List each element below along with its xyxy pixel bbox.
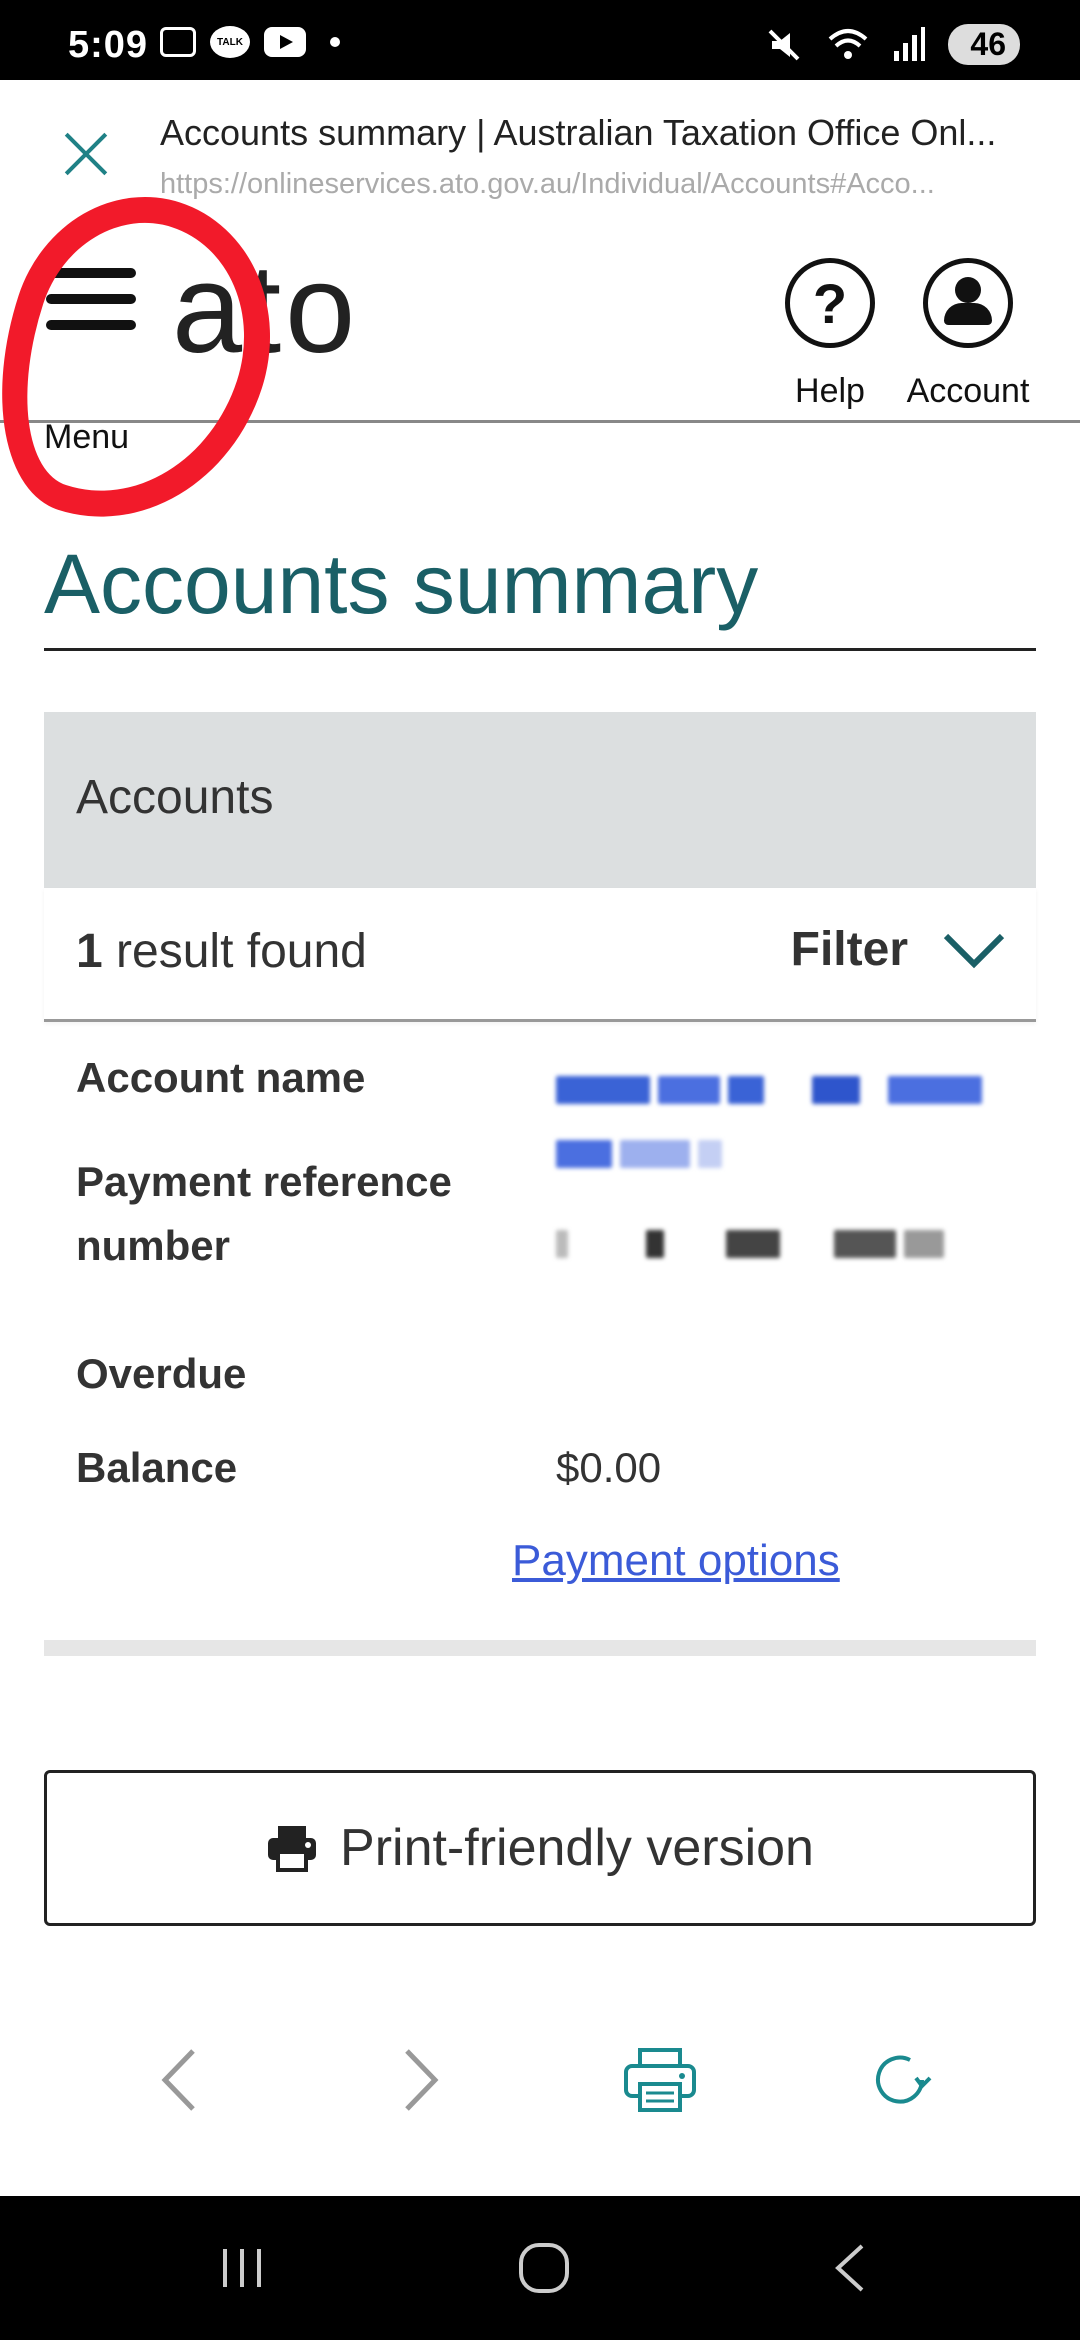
- payment-options-link[interactable]: Payment options: [512, 1536, 840, 1586]
- balance-value: $0.00: [556, 1444, 662, 1491]
- wifi-icon: [829, 28, 868, 59]
- more-notifications-dot-icon: [330, 37, 340, 47]
- system-back-button[interactable]: [800, 2232, 900, 2304]
- payment-reference-value-redacted: [556, 1212, 1036, 1276]
- details-footer-bar: [44, 1640, 1036, 1656]
- youtube-icon: [264, 27, 306, 57]
- home-button[interactable]: [494, 2232, 594, 2304]
- back-arrow-icon: [161, 2049, 195, 2111]
- status-bar: 5:09 TALK 46: [0, 0, 1080, 80]
- custom-tab-bar: Accounts summary | Australian Taxation O…: [0, 80, 1080, 210]
- status-time: 5:09: [68, 24, 149, 66]
- results-summary: 1 result found: [76, 924, 367, 979]
- chevron-down-icon: [943, 933, 1005, 968]
- screenshot-icon: [160, 27, 196, 57]
- system-status-icons: 46: [764, 24, 1020, 65]
- accounts-panel-header: Accounts: [44, 712, 1036, 888]
- account-icon: [923, 258, 1013, 348]
- overdue-label: Overdue: [76, 1350, 247, 1397]
- print-friendly-button[interactable]: Print-friendly version: [44, 1770, 1036, 1926]
- signal-icon: [894, 26, 926, 61]
- mute-icon: [768, 29, 800, 60]
- browser-url[interactable]: https://onlineservices.ato.gov.au/Indivi…: [160, 168, 1020, 201]
- accounts-heading: Accounts: [76, 771, 274, 824]
- recent-apps-icon: [223, 2249, 261, 2287]
- home-icon: [519, 2243, 569, 2293]
- system-navigation-bar: [0, 2196, 1080, 2340]
- help-label: Help: [795, 372, 865, 410]
- account-name-value-redacted: [556, 1058, 1036, 1186]
- balance-label: Balance: [76, 1444, 238, 1491]
- results-count: 1: [76, 925, 103, 978]
- page-title: Accounts summary: [44, 537, 759, 631]
- refresh-icon: [876, 2055, 932, 2104]
- refresh-button[interactable]: [850, 2030, 950, 2130]
- close-icon[interactable]: [62, 130, 110, 178]
- notification-icons: TALK: [160, 26, 340, 58]
- payment-reference-label: Payment reference number: [76, 1158, 452, 1269]
- account-name-label: Account name: [76, 1054, 366, 1101]
- browser-page-title: Accounts summary | Australian Taxation O…: [160, 112, 997, 153]
- forward-button[interactable]: [370, 2030, 470, 2130]
- printer-icon: [268, 1826, 317, 1872]
- results-bar: 1 result found Filter: [44, 888, 1036, 1022]
- help-icon: ?: [785, 258, 875, 348]
- title-divider: [44, 648, 1036, 651]
- back-button[interactable]: [130, 2030, 230, 2130]
- browser-toolbar: [0, 1990, 1080, 2196]
- account-label: Account: [906, 372, 1030, 410]
- results-text: result found: [102, 925, 367, 978]
- battery-indicator: 46: [948, 24, 1020, 65]
- filter-button[interactable]: Filter: [791, 922, 1006, 977]
- help-button[interactable]: ? Help: [780, 258, 880, 411]
- print-page-button[interactable]: [610, 2030, 710, 2130]
- print-friendly-label: Print-friendly version: [340, 1819, 814, 1877]
- printer-icon: [624, 2048, 696, 2112]
- forward-arrow-icon: [405, 2049, 439, 2111]
- filter-label: Filter: [790, 923, 908, 976]
- kakaotalk-icon: TALK: [210, 26, 250, 58]
- account-button[interactable]: Account: [892, 258, 1044, 411]
- back-chevron-icon: [835, 2244, 864, 2292]
- recent-apps-button[interactable]: [192, 2232, 292, 2304]
